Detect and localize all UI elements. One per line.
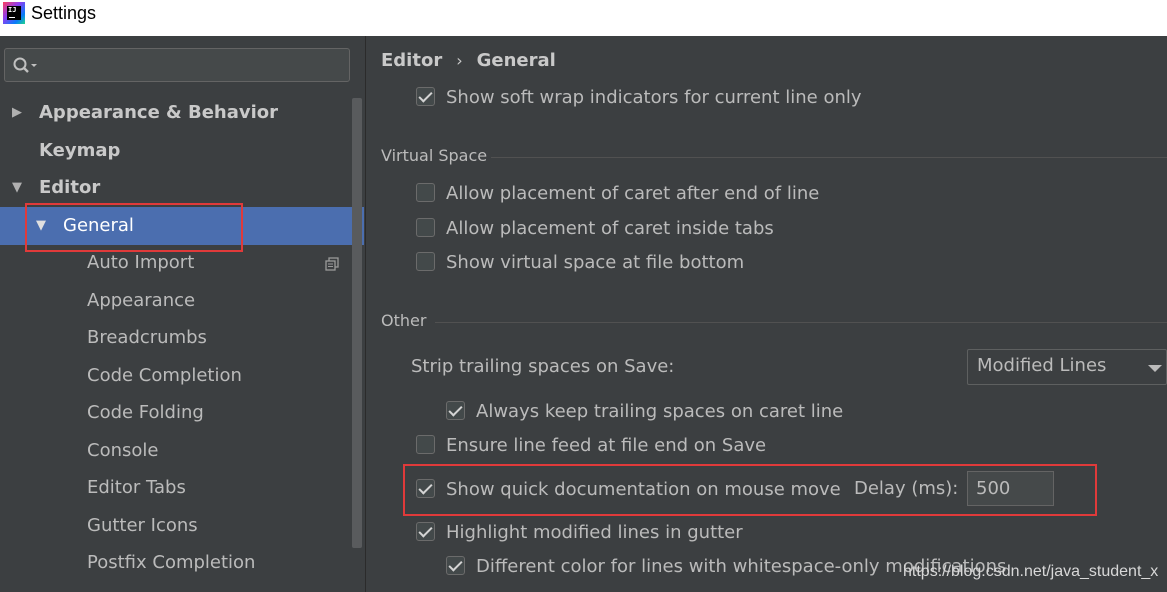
checkbox[interactable] xyxy=(446,556,465,575)
collapse-arrow-icon[interactable]: ▼ xyxy=(12,169,22,207)
window-title: Settings xyxy=(31,3,97,23)
tree-item-label: Gutter Icons xyxy=(87,515,198,536)
breadcrumb: Editor › General xyxy=(381,50,556,71)
settings-search-box[interactable] xyxy=(4,48,350,82)
checkbox[interactable] xyxy=(416,522,435,541)
tree-item-gutter-icons[interactable]: Gutter Icons xyxy=(0,507,348,545)
option-label: Ensure line feed at file end on Save xyxy=(446,435,767,456)
annotation-highlight-box xyxy=(25,203,243,252)
watermark: https://blog.csdn.net/java_student_x xyxy=(903,563,1159,580)
breadcrumb-separator-icon: › xyxy=(456,51,463,70)
tree-item-appearance[interactable]: Appearance xyxy=(0,282,348,320)
search-icon[interactable] xyxy=(12,56,38,76)
checkbox[interactable] xyxy=(416,252,435,271)
section-title-virtual-space: Virtual Space xyxy=(381,146,488,165)
tree-item-code-folding[interactable]: Code Folding xyxy=(0,394,348,432)
expand-arrow-icon[interactable]: ▶ xyxy=(12,94,22,132)
search-input[interactable] xyxy=(45,53,339,79)
tree-item-label: Editor Tabs xyxy=(87,477,186,498)
checkbox[interactable] xyxy=(416,87,435,106)
tree-item-label: Console xyxy=(87,440,159,461)
title-bar: IJ Settings xyxy=(0,0,1167,36)
option-label: Highlight modified lines in gutter xyxy=(446,522,743,543)
checkbox[interactable] xyxy=(416,183,435,202)
annotation-highlight-box xyxy=(403,464,1097,516)
checkbox[interactable] xyxy=(416,218,435,237)
tree-item-label: Code Completion xyxy=(87,365,242,386)
tree-item-postfix-completion[interactable]: Postfix Completion xyxy=(0,544,348,582)
tree-item-label: Editor xyxy=(39,177,101,198)
option-label: Allow placement of caret after end of li… xyxy=(446,183,820,204)
strip-trailing-dropdown[interactable]: Modified Lines xyxy=(967,349,1167,385)
settings-sidebar: ▶ Appearance & Behavior Keymap ▼ Editor … xyxy=(0,36,365,592)
tree-item-appearance-behavior[interactable]: ▶ Appearance & Behavior xyxy=(0,94,348,132)
checkbox[interactable] xyxy=(446,401,465,420)
tree-item-label: Appearance & Behavior xyxy=(39,102,279,123)
section-divider xyxy=(491,157,1167,158)
option-label: Show soft wrap indicators for current li… xyxy=(446,87,862,108)
intellij-app-icon: IJ xyxy=(3,2,25,24)
tree-item-breadcrumbs[interactable]: Breadcrumbs xyxy=(0,319,348,357)
option-label: Show virtual space at file bottom xyxy=(446,252,745,273)
tree-item-code-completion[interactable]: Code Completion xyxy=(0,357,348,395)
section-title-other: Other xyxy=(381,311,427,330)
tree-item-keymap[interactable]: Keymap xyxy=(0,132,348,170)
tree-item-label: Keymap xyxy=(39,140,121,161)
option-label: Always keep trailing spaces on caret lin… xyxy=(476,401,844,422)
tree-item-label: Appearance xyxy=(87,290,196,311)
sidebar-scrollbar[interactable] xyxy=(352,98,362,548)
tree-item-editor[interactable]: ▼ Editor xyxy=(0,169,348,207)
tree-item-label: Breadcrumbs xyxy=(87,327,207,348)
tree-item-editor-tabs[interactable]: Editor Tabs xyxy=(0,469,348,507)
breadcrumb-current: General xyxy=(476,50,556,71)
tree-item-label: Code Folding xyxy=(87,402,204,423)
app-icon-letters: IJ xyxy=(7,6,21,20)
tree-item-console[interactable]: Console xyxy=(0,432,348,470)
dropdown-value: Modified Lines xyxy=(977,355,1107,376)
section-divider xyxy=(435,322,1167,323)
breadcrumb-parent[interactable]: Editor xyxy=(381,50,442,71)
strip-trailing-label: Strip trailing spaces on Save: xyxy=(411,356,675,377)
copy-settings-icon xyxy=(325,257,339,271)
tree-item-label: Postfix Completion xyxy=(87,552,256,573)
chevron-down-icon[interactable] xyxy=(1148,365,1162,372)
option-label: Allow placement of caret inside tabs xyxy=(446,218,774,239)
checkbox[interactable] xyxy=(416,435,435,454)
